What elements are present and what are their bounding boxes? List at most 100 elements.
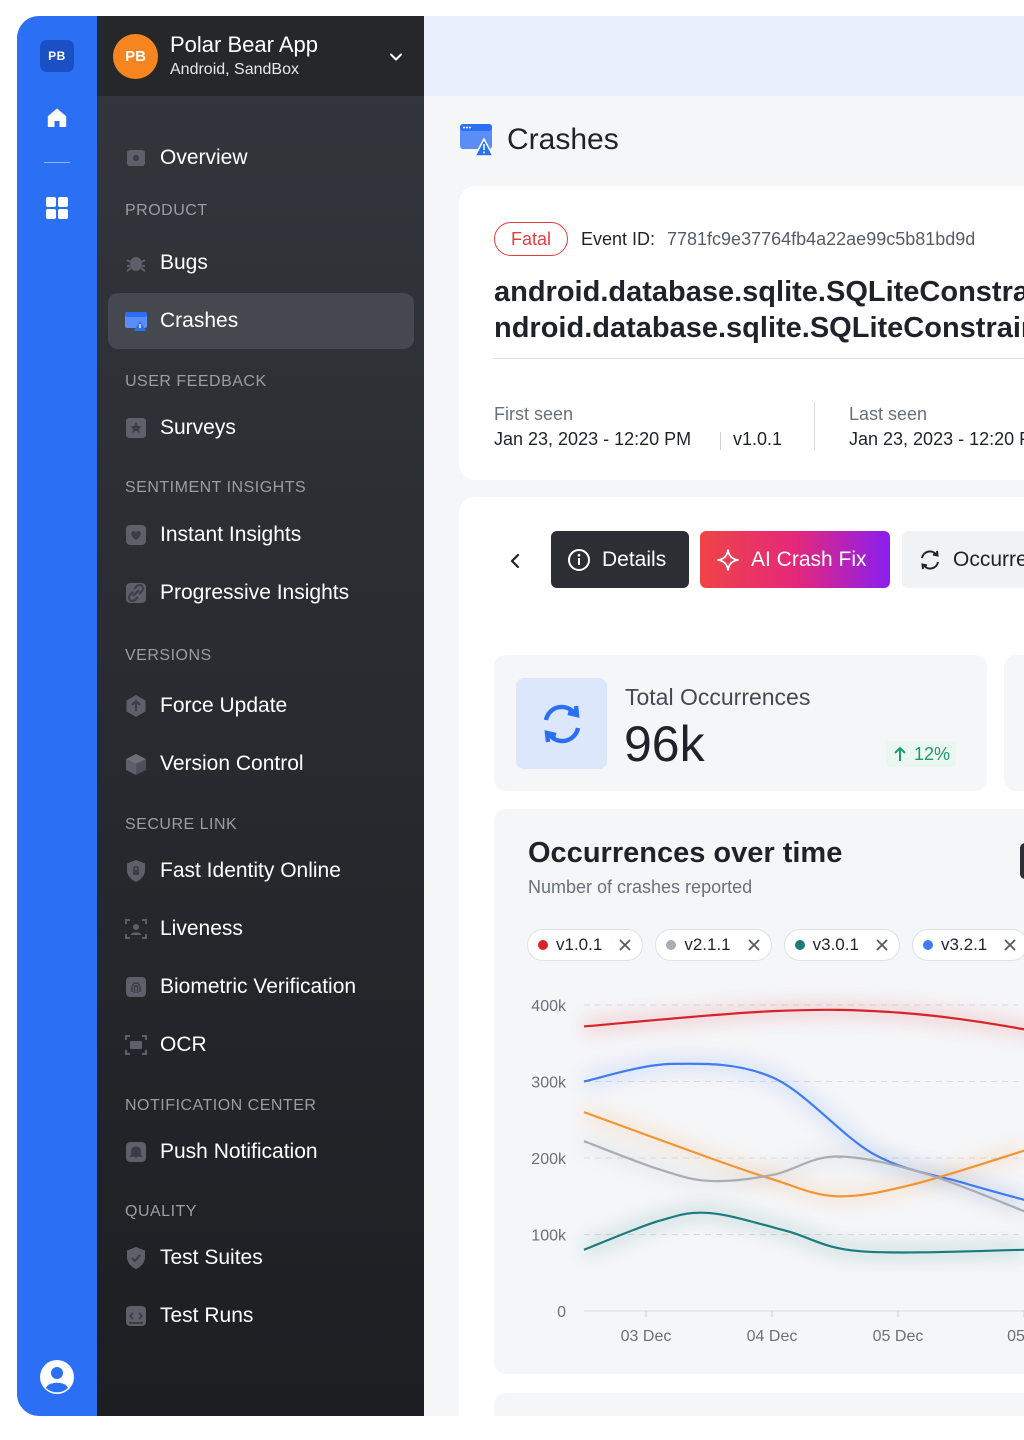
info-icon <box>568 548 590 571</box>
icon-rail: PB <box>17 16 97 1416</box>
sidebar-item-label: Bugs <box>160 251 208 274</box>
app-frame: PB PB Polar Bear App Android, SandBox Ov… <box>17 16 1024 1416</box>
face-scan-icon <box>124 917 148 941</box>
close-icon[interactable] <box>875 938 889 952</box>
crash-window-icon <box>124 309 148 333</box>
section-notification-center: NOTIFICATION CENTER <box>125 1097 317 1114</box>
close-icon[interactable] <box>747 938 761 952</box>
tab-details[interactable]: Details <box>551 531 689 588</box>
chevron-down-icon[interactable] <box>387 48 405 66</box>
app-platform: Android, SandBox <box>170 61 299 78</box>
first-seen-value: Jan 23, 2023 - 12:20 PM <box>494 429 692 449</box>
sidebar-item-label: Biometric Verification <box>160 975 357 998</box>
exception-line: ndroid.database.sqlite.SQLiteConstraintE… <box>494 312 1024 344</box>
sidebar-item-crashes[interactable]: Crashes <box>108 293 414 349</box>
sidebar-item-overview[interactable]: Overview <box>108 130 414 186</box>
section-user-feedback: USER FEEDBACK <box>125 373 267 390</box>
sidebar-item-test-suites[interactable]: Test Suites <box>108 1230 414 1286</box>
sparkle-icon <box>717 548 739 571</box>
close-icon[interactable] <box>1003 938 1017 952</box>
scan-text-icon <box>124 1033 148 1057</box>
sidebar-item-progressive-insights[interactable]: Progressive Insights <box>108 565 414 621</box>
first-seen-version: v1.0.1 <box>733 429 783 449</box>
series-chip-label: v3.2.1 <box>940 935 988 954</box>
divider <box>720 432 721 450</box>
first-seen-label: First seen <box>494 404 574 424</box>
chart-options-button[interactable] <box>1020 843 1024 879</box>
shield-lock-icon <box>124 859 148 883</box>
y-tick-label: 0 <box>557 1304 566 1321</box>
bug-icon <box>124 251 148 275</box>
stat-value: 96k <box>624 716 705 772</box>
rail-divider <box>44 162 70 163</box>
crash-window-icon <box>460 124 495 157</box>
tab-label: Details <box>602 547 667 571</box>
sidebar-item-label: OCR <box>160 1033 207 1056</box>
event-id-label: Event ID: <box>581 229 656 249</box>
arrow-up-icon <box>894 746 906 761</box>
star-icon <box>124 416 148 440</box>
crash-detail-card: Details AI Crash Fix Occurrences Total O… <box>459 497 1024 1416</box>
sidebar-item-test-runs[interactable]: Test Runs <box>108 1288 414 1344</box>
code-window-icon <box>124 1304 148 1328</box>
event-id-value[interactable]: 7781fc9e37764fb4a22ae99c5b81bd9d <box>667 229 975 250</box>
sidebar-item-surveys[interactable]: Surveys <box>108 400 414 456</box>
series-filter-chips: v1.0.1 v2.1.1 v3.0.1 v3.2.1 <box>527 929 1024 961</box>
heart-icon <box>124 523 148 547</box>
tab-occurrences[interactable]: Occurrences <box>902 531 1024 588</box>
tab-label: AI Crash Fix <box>751 547 867 571</box>
close-icon[interactable] <box>618 938 632 952</box>
sidebar-item-fast-identity-online[interactable]: Fast Identity Online <box>108 843 414 899</box>
sidebar-item-biometric-verification[interactable]: Biometric Verification <box>108 959 414 1015</box>
sidebar-item-bugs[interactable]: Bugs <box>108 235 414 291</box>
chart-subtitle: Number of crashes reported <box>528 877 753 897</box>
series-chip-label: v2.1.1 <box>684 935 731 954</box>
series-chip[interactable]: v3.0.1 <box>783 929 900 961</box>
refresh-icon <box>921 549 939 570</box>
box-icon <box>124 752 148 776</box>
workspace-logo[interactable]: PB <box>40 40 74 72</box>
sidebar-item-instant-insights[interactable]: Instant Insights <box>108 507 414 563</box>
sidebar-item-liveness[interactable]: Liveness <box>108 901 414 957</box>
sidebar-item-force-update[interactable]: Force Update <box>108 678 414 734</box>
home-icon[interactable] <box>45 106 69 130</box>
x-tick-label: 05 Dec <box>873 1328 924 1345</box>
top-bar <box>424 16 1024 96</box>
chevron-left-icon[interactable] <box>504 547 526 575</box>
app-avatar: PB <box>113 34 158 79</box>
grid-icon[interactable] <box>45 196 69 220</box>
series-color-dot <box>666 940 677 950</box>
sidebar-item-label: Test Runs <box>160 1304 254 1327</box>
sidebar-item-label: Overview <box>160 146 248 169</box>
sidebar-item-version-control[interactable]: Version Control <box>108 736 414 792</box>
series-chip[interactable]: v1.0.1 <box>527 929 644 961</box>
occurrences-chart-card: Occurrences over time Number of crashes … <box>494 809 1024 1374</box>
sidebar-item-label: Push Notification <box>160 1140 318 1163</box>
series-chip[interactable]: v2.1.1 <box>655 929 772 961</box>
series-color-dot <box>538 940 548 950</box>
chart-title: Occurrences over time <box>528 837 843 869</box>
tab-ai-crash-fix[interactable]: AI Crash Fix <box>700 531 890 588</box>
x-tick-label: 05 D <box>1007 1328 1024 1345</box>
next-section-card <box>494 1393 1024 1416</box>
main-content: Crashes Fatal Event ID: 7781fc9e37764fb4… <box>424 16 1024 1416</box>
divider <box>494 358 1024 359</box>
app-switcher[interactable]: PB Polar Bear App Android, SandBox <box>97 16 424 96</box>
severity-badge: Fatal <box>494 222 569 256</box>
sidebar-item-push-notification[interactable]: Push Notification <box>108 1124 414 1180</box>
section-secure-link: SECURE LINK <box>125 816 238 833</box>
trend-badge: 12% <box>886 741 957 767</box>
series-chip[interactable]: v3.2.1 <box>911 929 1024 961</box>
y-tick-label: 400k <box>531 998 567 1015</box>
section-sentiment-insights: SENTIMENT INSIGHTS <box>125 479 307 496</box>
overview-icon <box>124 146 148 170</box>
series-color-dot <box>922 940 933 950</box>
user-profile-icon[interactable] <box>39 1359 75 1395</box>
sidebar-item-label: Liveness <box>160 917 243 940</box>
series-glow <box>581 1205 1024 1260</box>
sidebar-item-label: Version Control <box>160 752 304 775</box>
shield-check-icon <box>124 1246 148 1270</box>
series-chip-label: v3.0.1 <box>812 935 859 954</box>
exception-title: android.database.sqlite.SQLiteConstraint… <box>494 274 1024 346</box>
sidebar-item-ocr[interactable]: OCR <box>108 1017 414 1073</box>
